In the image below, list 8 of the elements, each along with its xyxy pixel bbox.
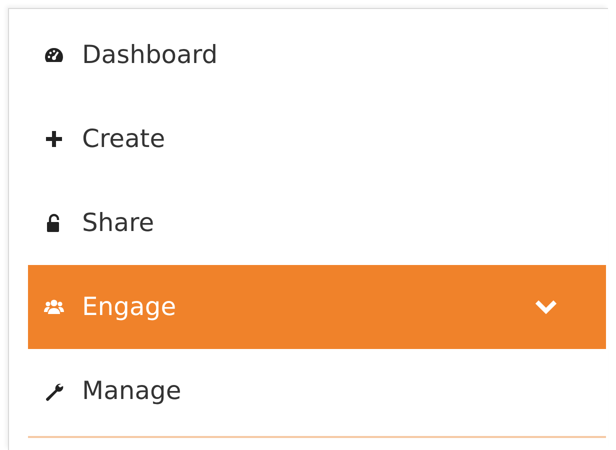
menu-item[interactable]: Dashboard bbox=[28, 13, 606, 97]
menu-item[interactable]: Create bbox=[28, 97, 606, 181]
menu-item[interactable]: Manage bbox=[28, 349, 606, 433]
plus-icon bbox=[44, 129, 64, 149]
gauge-icon bbox=[44, 45, 64, 65]
menu-item[interactable]: Share bbox=[28, 181, 606, 265]
wrench-icon bbox=[44, 381, 64, 401]
users-icon bbox=[44, 297, 64, 317]
